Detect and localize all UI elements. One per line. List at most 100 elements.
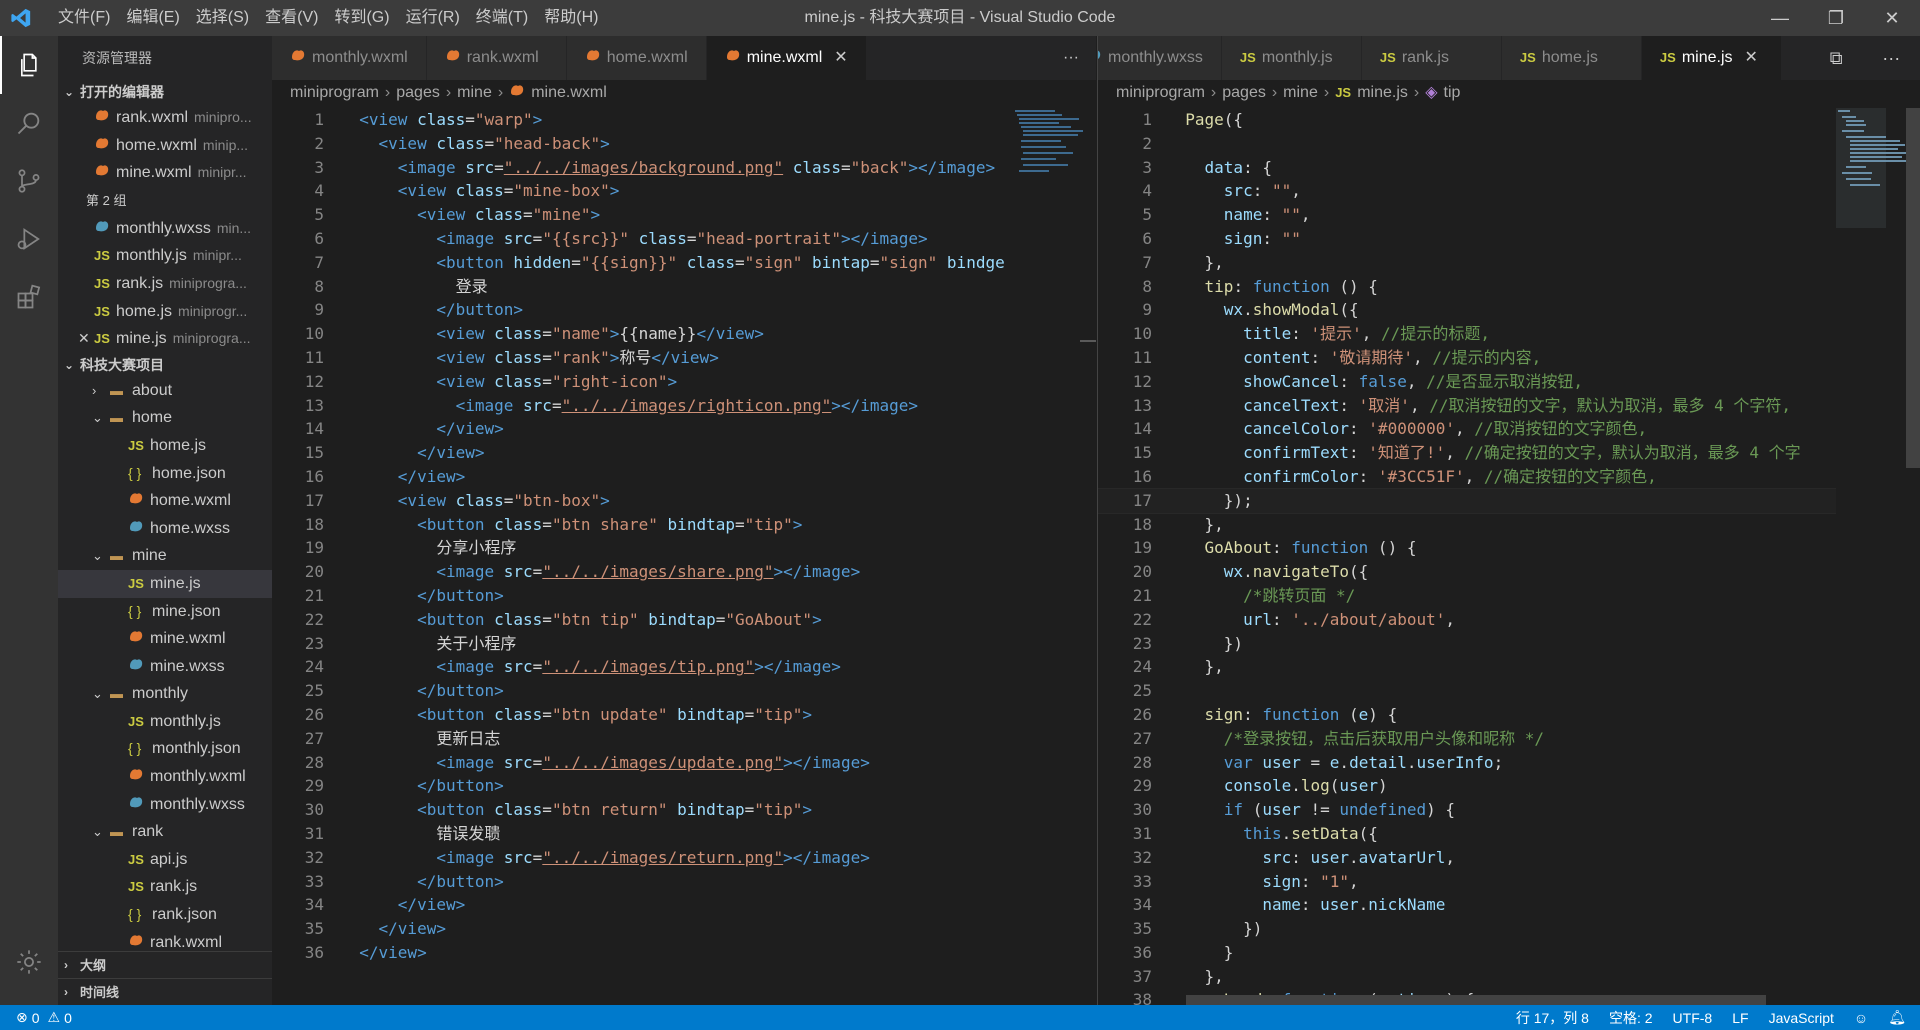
menu-item[interactable]: 转到(G) <box>326 0 397 36</box>
tab-monthly-wxss[interactable]: monthly.wxss <box>1098 36 1222 80</box>
tab-rank-js[interactable]: JS rank.js <box>1361 36 1502 80</box>
tab-monthly-js[interactable]: JS monthly.js <box>1221 36 1362 80</box>
file-name: home.json <box>152 464 226 482</box>
settings-gear-icon[interactable] <box>0 933 58 991</box>
breadcrumb-item[interactable]: mine.wxml <box>531 80 607 106</box>
file-item[interactable]: home.wxss <box>58 515 272 543</box>
notifications-icon[interactable]: 🔔︎ <box>1888 1009 1906 1026</box>
line-number: 8 <box>1142 276 1152 296</box>
file-item[interactable]: mine.wxml <box>58 625 272 653</box>
file-item[interactable]: home.wxml <box>58 487 272 515</box>
open-editor-item[interactable]: rank.wxml minipro... <box>58 104 272 132</box>
breadcrumb-item[interactable]: miniprogram <box>1116 80 1205 106</box>
line-number: 9 <box>314 300 324 320</box>
close-icon[interactable]: ✕ <box>834 36 847 80</box>
timeline-section[interactable]: › 时间线 <box>58 978 272 1005</box>
file-item[interactable]: { } home.json <box>58 460 272 488</box>
explorer-icon[interactable] <box>0 36 58 94</box>
menu-item[interactable]: 帮助(H) <box>536 0 606 36</box>
tab-home-wxml[interactable]: home.wxml <box>566 36 707 80</box>
file-item[interactable]: mine.wxss <box>58 653 272 681</box>
tab-home-js[interactable]: JS home.js <box>1501 36 1642 80</box>
source-control-icon[interactable] <box>0 152 58 210</box>
open-editor-item[interactable]: ✕ JS mine.js miniprogra... <box>58 325 272 353</box>
open-editor-item[interactable]: mine.wxml minipr... <box>58 159 272 187</box>
close-icon[interactable]: ✕ <box>78 325 94 353</box>
tab-rank-wxml[interactable]: rank.wxml <box>426 36 567 80</box>
feedback-icon[interactable]: ☺ <box>1854 1010 1868 1026</box>
folder-home[interactable]: ⌄ ▬ home <box>58 404 272 432</box>
language-mode[interactable]: JavaScript <box>1769 1010 1834 1026</box>
file-item[interactable]: JS home.js <box>58 432 272 460</box>
project-folder-header[interactable]: ⌄ 科技大赛项目 <box>58 353 272 377</box>
tab-mine-wxml[interactable]: mine.wxml ✕ <box>706 36 867 80</box>
file-item[interactable]: { } monthly.json <box>58 735 272 763</box>
end-of-line[interactable]: LF <box>1732 1010 1748 1026</box>
folder-monthly[interactable]: ⌄ ▬ monthly <box>58 680 272 708</box>
cursor-position[interactable]: 行 17，列 8 <box>1516 1008 1589 1028</box>
indentation[interactable]: 空格: 2 <box>1609 1008 1653 1028</box>
run-debug-icon[interactable] <box>0 210 58 268</box>
open-editor-item[interactable]: home.wxml minip... <box>58 132 272 160</box>
split-editor-icon[interactable]: ⧉ <box>1830 48 1843 69</box>
line-number: 5 <box>314 205 324 225</box>
breadcrumb-item[interactable]: mine <box>457 80 492 106</box>
js-editor[interactable]: 1 Page({2 3 data: {4 src: "", 5 name: "", 6… <box>1098 108 1838 1005</box>
minimap[interactable] <box>1005 108 1085 1005</box>
close-icon[interactable]: ✕ <box>1745 36 1758 80</box>
file-name: mine.wxml <box>150 630 226 648</box>
maximize-icon[interactable]: ❐ <box>1808 0 1864 36</box>
wxml-editor[interactable]: 1 <view class="warp"> 2 <view class="head… <box>272 108 1078 1005</box>
file-item[interactable]: monthly.wxml <box>58 763 272 791</box>
menu-item[interactable]: 文件(F) <box>50 0 118 36</box>
file-item[interactable]: { } mine.json <box>58 598 272 626</box>
code-line: 27 更新日志 <box>272 727 1078 751</box>
open-editor-item[interactable]: monthly.wxss min... <box>58 215 272 243</box>
scrollbar-thumb[interactable] <box>1906 108 1920 468</box>
more-actions-icon[interactable]: ··· <box>1882 48 1900 69</box>
folder-mine[interactable]: ⌄ ▬ mine <box>58 542 272 570</box>
file-item[interactable]: JS rank.js <box>58 873 272 901</box>
encoding[interactable]: UTF-8 <box>1673 1010 1713 1026</box>
folder-name: monthly <box>132 685 189 703</box>
code-text: <image src="../../images/update.png"></i… <box>436 752 870 772</box>
minimap[interactable] <box>1836 108 1910 1005</box>
tab-mine-js[interactable]: JS mine.js ✕ <box>1641 36 1782 80</box>
more-actions-icon[interactable]: ··· <box>1046 36 1096 80</box>
open-editors-header[interactable]: ⌄ 打开的编辑器 <box>58 80 272 104</box>
close-window-icon[interactable]: ✕ <box>1864 0 1920 36</box>
open-editor-item[interactable]: JS rank.js miniprogra... <box>58 270 272 298</box>
open-editor-item[interactable]: JS monthly.js minipr... <box>58 242 272 270</box>
folder-about[interactable]: › ▬ about <box>58 377 272 405</box>
breadcrumb-item[interactable]: mine.js <box>1357 80 1408 106</box>
tab-monthly-wxml[interactable]: monthly.wxml <box>272 36 427 80</box>
breadcrumb-item[interactable]: mine <box>1283 80 1318 106</box>
minimize-icon[interactable]: — <box>1752 0 1808 36</box>
breadcrumb-item[interactable]: pages <box>396 80 440 106</box>
menu-item[interactable]: 查看(V) <box>257 0 326 36</box>
breadcrumb-item[interactable]: miniprogram <box>290 80 379 106</box>
file-item[interactable]: JS api.js <box>58 846 272 874</box>
menu-item[interactable]: 选择(S) <box>188 0 257 36</box>
menu-item[interactable]: 终端(T) <box>468 0 536 36</box>
breadcrumb-item[interactable]: tip <box>1444 80 1461 106</box>
breadcrumb-item[interactable]: pages <box>1222 80 1266 106</box>
open-editor-item[interactable]: JS home.js miniprogr... <box>58 298 272 326</box>
search-icon[interactable] <box>0 94 58 152</box>
file-name: monthly.wxml <box>150 768 246 786</box>
file-item[interactable]: monthly.wxss <box>58 791 272 819</box>
file-item[interactable]: JS monthly.js <box>58 708 272 736</box>
extensions-icon[interactable] <box>0 268 58 326</box>
menu-item[interactable]: 编辑(E) <box>118 0 187 36</box>
code-line: 13 cancelText: '取消', //取消按钮的文字，默认为取消，最多 … <box>1098 394 1838 418</box>
horizontal-scrollbar[interactable] <box>1186 995 1766 1005</box>
folder-rank[interactable]: ⌄ ▬ rank <box>58 818 272 846</box>
line-number: 36 <box>1132 942 1152 962</box>
problems-indicator[interactable]: ⊗ 0 ⚠ 0 <box>0 1009 72 1026</box>
outline-section[interactable]: › 大纲 <box>58 951 272 978</box>
line-number: 32 <box>304 847 324 867</box>
file-item[interactable]: { } rank.json <box>58 901 272 929</box>
file-item[interactable]: JS mine.js <box>58 569 272 598</box>
menu-item[interactable]: 运行(R) <box>398 0 468 36</box>
code-text: </view> <box>436 419 504 439</box>
